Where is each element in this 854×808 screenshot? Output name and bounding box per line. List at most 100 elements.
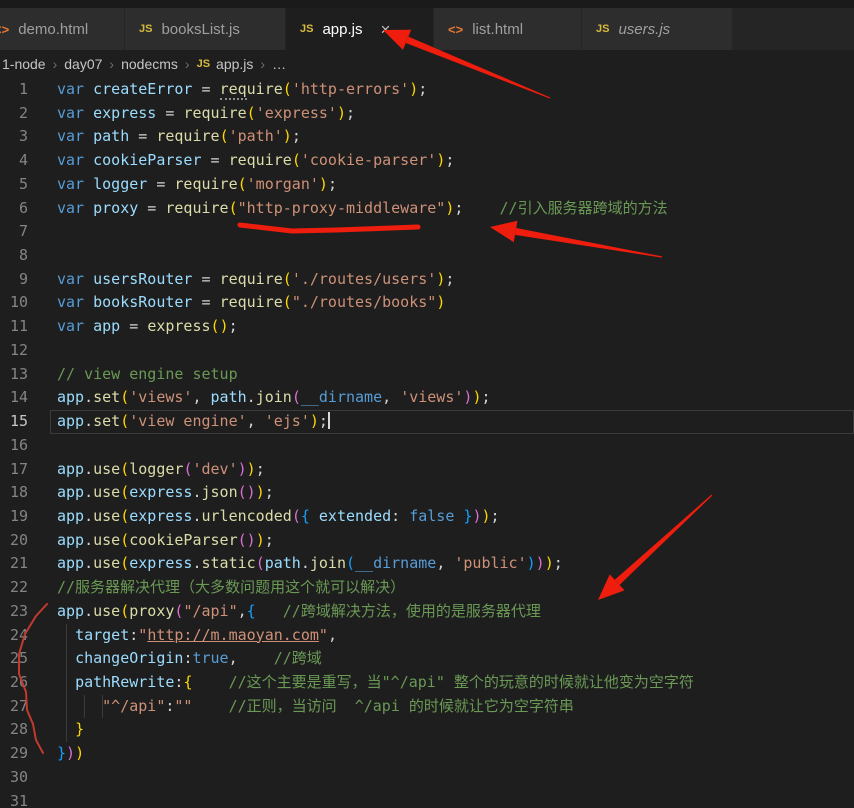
code-line-16[interactable]: 16	[0, 434, 854, 458]
tab-label: list.html	[472, 20, 524, 38]
code-line-7[interactable]: 7	[0, 220, 854, 244]
line-number: 19	[9, 506, 28, 525]
line-content: var path = require('path');	[57, 127, 301, 146]
tab-label: app.js	[322, 20, 363, 38]
breadcrumb-item-…[interactable]: …	[272, 56, 286, 72]
code-line-22[interactable]: 22 //服务器解决代理（大多数问题用这个就可以解决）	[0, 576, 854, 600]
code-line-9[interactable]: 9 var usersRouter = require('./routes/use…	[0, 268, 854, 292]
code-line-11[interactable]: 11 var app = express();	[0, 315, 854, 339]
line-number: 25	[9, 649, 28, 668]
line-number: 22	[9, 578, 28, 597]
line-number: 21	[9, 554, 28, 573]
line-number: 20	[9, 530, 28, 549]
code-line-23[interactable]: 23 app.use(proxy("/api",{ //跨域解决方法，使用的是服务…	[0, 600, 854, 624]
code-line-1[interactable]: 1 var createError = require('http-errors'…	[0, 78, 854, 102]
breadcrumb-label: 1-node	[2, 56, 46, 72]
code-line-20[interactable]: 20 app.use(cookieParser());	[0, 529, 854, 553]
line-content: app.use(express.urlencoded({ extended: f…	[57, 506, 500, 525]
line-content: changeOrigin:true, //跨域	[75, 649, 322, 668]
code-line-15[interactable]: 15 app.set('view engine', 'ejs');	[0, 410, 854, 434]
breadcrumb-item-1-node[interactable]: 1-node	[2, 56, 46, 72]
code-line-30[interactable]: 30	[0, 766, 854, 790]
line-number: 18	[9, 483, 28, 502]
code-line-3[interactable]: 3 var path = require('path');	[0, 125, 854, 149]
chevron-right-icon: ›	[260, 56, 266, 72]
line-content: var cookieParser = require('cookie-parse…	[57, 151, 455, 170]
line-number: 29	[9, 744, 28, 763]
line-content: app.use(cookieParser());	[57, 530, 274, 549]
window-top-strip	[0, 0, 854, 8]
breadcrumb-label: nodecms	[121, 56, 178, 72]
line-content: var booksRouter = require("./routes/book…	[57, 293, 446, 312]
code-line-5[interactable]: 5 var logger = require('morgan');	[0, 173, 854, 197]
code-line-10[interactable]: 10 var booksRouter = require("./routes/bo…	[0, 291, 854, 315]
code-line-28[interactable]: 28 }	[0, 718, 854, 743]
line-number: 11	[9, 317, 28, 336]
line-content: // view engine setup	[57, 364, 238, 383]
tab-booksList.js[interactable]: JS booksList.js	[125, 8, 285, 50]
breadcrumb-item-day07[interactable]: day07	[64, 56, 102, 72]
tab-label: users.js	[618, 20, 671, 38]
breadcrumb-label: app.js	[216, 56, 254, 72]
breadcrumb-item-nodecms[interactable]: nodecms	[121, 56, 178, 72]
js-icon: JS	[596, 23, 610, 35]
line-number: 2	[18, 103, 28, 122]
code-line-31[interactable]: 31	[0, 790, 854, 808]
line-number: 14	[9, 388, 28, 407]
line-content: //服务器解决代理（大多数问题用这个就可以解决）	[57, 578, 406, 597]
line-number: 16	[9, 435, 28, 454]
line-number: 7	[18, 222, 28, 241]
js-icon: JS	[196, 58, 211, 70]
line-number: 10	[9, 293, 28, 312]
code-line-19[interactable]: 19 app.use(express.urlencoded({ extended:…	[0, 505, 854, 529]
line-content: "^/api":"" //正则，当访问 ^/api 的时候就让它为空字符串	[102, 696, 574, 715]
line-content: var usersRouter = require('./routes/user…	[57, 269, 455, 288]
breadcrumb-label: …	[272, 56, 287, 72]
code-line-26[interactable]: 26 pathRewrite:{ //这个主要是重写，当"^/api" 整个的玩…	[0, 670, 854, 695]
line-number: 17	[9, 459, 28, 478]
code-line-18[interactable]: 18 app.use(express.json());	[0, 481, 854, 505]
line-number: 12	[9, 340, 28, 359]
tab-list.html[interactable]: <> list.html	[434, 8, 581, 50]
line-content: }))	[57, 744, 85, 763]
js-icon: JS	[139, 23, 153, 35]
code-line-27[interactable]: 27 "^/api":"" //正则，当访问 ^/api 的时候就让它为空字符串	[0, 694, 854, 719]
line-number: 15	[9, 412, 28, 431]
line-content: app.use(express.static(path.join(__dirna…	[57, 554, 563, 573]
code-line-25[interactable]: 25 changeOrigin:true, //跨域	[0, 647, 854, 671]
code-line-12[interactable]: 12	[0, 339, 854, 363]
line-content: var express = require('express');	[57, 103, 356, 122]
breadcrumb: 1-node › day07 › nodecms › JS app.js ›…	[0, 50, 854, 78]
html-icon: <>	[448, 21, 464, 37]
chevron-right-icon: ›	[184, 56, 190, 72]
code-line-8[interactable]: 8	[0, 244, 854, 268]
line-content: var createError = require('http-errors')…	[57, 80, 428, 100]
code-line-13[interactable]: 13 // view engine setup	[0, 363, 854, 387]
tab-label: demo.html	[18, 20, 89, 38]
tab-app.js[interactable]: JS app.js ×	[286, 8, 433, 50]
code-editor[interactable]: 1 var createError = require('http-errors'…	[0, 78, 854, 808]
line-number: 5	[18, 174, 28, 193]
code-line-21[interactable]: 21 app.use(express.static(path.join(__dir…	[0, 552, 854, 576]
code-line-4[interactable]: 4 var cookieParser = require('cookie-pars…	[0, 149, 854, 173]
code-line-17[interactable]: 17 app.use(logger('dev'));	[0, 458, 854, 482]
line-number: 28	[9, 720, 28, 739]
line-content: pathRewrite:{ //这个主要是重写，当"^/api" 整个的玩意的时…	[75, 672, 694, 691]
code-line-29[interactable]: 29}))	[0, 742, 854, 766]
tab-label: booksList.js	[161, 20, 240, 38]
text-cursor	[327, 412, 330, 430]
line-number: 4	[18, 151, 28, 170]
code-line-24[interactable]: 24 target:"http://m.maoyan.com",	[0, 623, 854, 648]
line-number: 31	[9, 791, 28, 808]
tab-demo.html[interactable]: <> demo.html	[0, 8, 124, 50]
tab-users.js[interactable]: JS users.js	[582, 8, 732, 50]
line-content: var app = express();	[57, 317, 238, 336]
line-number: 30	[9, 767, 28, 786]
code-line-2[interactable]: 2 var express = require('express');	[0, 102, 854, 126]
breadcrumb-item-app.js[interactable]: JS app.js	[197, 56, 254, 72]
close-icon[interactable]: ×	[381, 21, 391, 38]
code-line-6[interactable]: 6 var proxy = require("http-proxy-middlew…	[0, 197, 854, 221]
code-line-14[interactable]: 14 app.set('views', path.join(__dirname, …	[0, 386, 854, 410]
line-number: 23	[9, 601, 28, 620]
line-number: 13	[9, 364, 28, 383]
